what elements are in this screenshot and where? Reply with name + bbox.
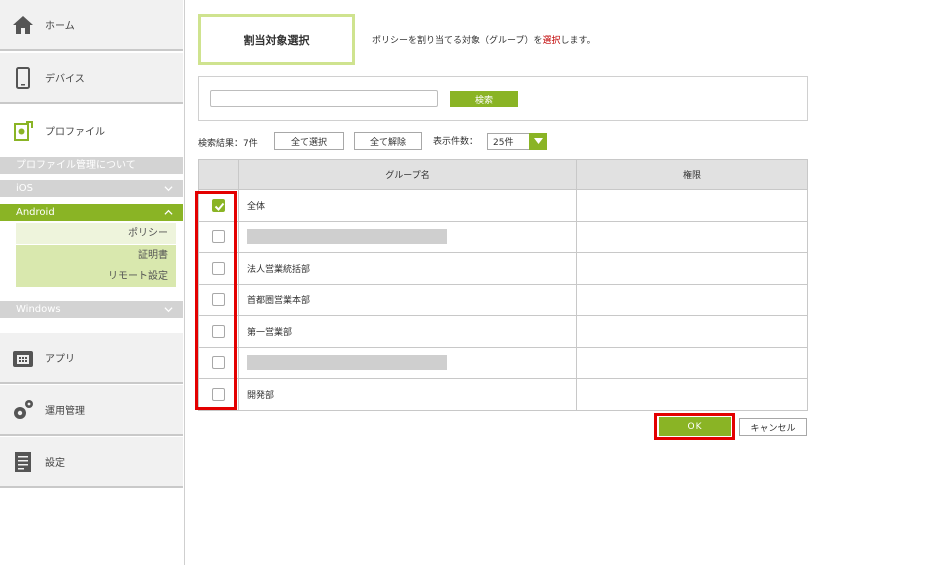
sidebar-item-ios[interactable]: iOS [0,180,183,197]
nav-device[interactable]: デバイス [0,53,183,104]
ios-label: iOS [16,183,33,194]
nav-settings[interactable]: 設定 [0,437,183,488]
sidebar-subitem-remote-settings[interactable]: リモート設定 [16,266,176,287]
row-checkbox[interactable] [212,198,225,212]
check-cell [198,220,239,253]
per-page-value: 25件 [493,138,514,148]
group-table: グループ名 権限 全体法人営業統括部 首都圏営業本部 第一営業部開発部 [198,159,808,411]
profile-icon [11,119,35,143]
per-page-select[interactable]: 25件 [487,132,547,150]
row-checkbox[interactable] [212,387,225,401]
android-label: Android [16,207,55,218]
group-name: 全体 [247,201,266,212]
check-cell [198,378,239,411]
row-checkbox[interactable] [212,261,225,275]
checkmark-icon [214,202,225,211]
column-header-check [198,159,239,190]
check-cell [198,189,239,222]
redacted-block [247,355,447,371]
permission-cell [576,252,808,285]
group-name: 首都圏営業本部 [247,296,311,307]
table-row[interactable]: 法人営業統括部 [198,252,808,285]
nav-profile[interactable]: プロファイル [0,105,183,156]
nav-settings-label: 設定 [45,458,65,469]
check-cell [198,252,239,285]
permission-cell [576,283,808,316]
settings-icon [11,450,35,474]
search-button[interactable]: 検索 [450,91,518,107]
check-cell [198,283,239,316]
profile-about-label: プロファイル管理について [16,160,136,171]
row-checkbox[interactable] [212,293,225,307]
ok-button[interactable]: OK [659,417,731,436]
group-name-cell [238,346,577,379]
nav-app-label: アプリ [45,354,75,365]
group-name: 開発部 [247,390,275,401]
gears-icon [11,398,35,422]
nav-home[interactable]: ホーム [0,0,183,51]
group-name: 法人営業統括部 [247,264,311,275]
sidebar-item-profile-about[interactable]: プロファイル管理について [0,157,183,174]
search-input[interactable] [210,90,438,107]
check-cell [198,315,239,348]
row-checkbox[interactable] [212,230,225,244]
group-name-cell: 首都圏営業本部 [238,283,577,316]
redacted-block [247,229,447,245]
page-title-text: 割当対象選択 [243,33,310,47]
desc-after: します。 [560,36,596,46]
permission-cell [576,189,808,222]
nav-device-label: デバイス [45,74,85,85]
table-row[interactable]: 首都圏営業本部 [198,283,808,316]
windows-label: Windows [16,304,61,315]
page-description: ポリシーを割り当てる対象（グループ）を選択します。 [372,33,596,46]
table-row[interactable]: 全体 [198,189,808,222]
permission-cell [576,315,808,348]
nav-ops[interactable]: 運用管理 [0,385,183,436]
sidebar: ホーム デバイス プロファイル プロファイル管理について iOS Android… [0,0,185,565]
search-panel: 検索 [198,76,808,121]
permission-cell [576,378,808,411]
table-row[interactable] [198,220,808,253]
select-all-button[interactable]: 全て選択 [274,132,344,150]
sidebar-subitem-certificate[interactable]: 証明書 [16,245,176,266]
smartphone-icon [11,66,35,90]
page-title: 割当対象選択 [198,14,355,65]
nav-ops-label: 運用管理 [45,406,85,417]
nav-app[interactable]: アプリ [0,333,183,384]
desc-before: ポリシーを割り当てる対象（グループ）を [372,36,543,46]
table-row[interactable]: 第一営業部 [198,315,808,348]
chevron-down-icon [164,186,173,192]
table-row[interactable]: 開発部 [198,378,808,411]
group-name-cell: 法人営業統括部 [238,252,577,285]
permission-cell [576,220,808,253]
result-summary: 検索結果：7件 [198,138,258,149]
group-name-cell: 開発部 [238,378,577,411]
group-name: 第一営業部 [247,327,293,338]
group-name-cell [238,220,577,253]
row-checkbox[interactable] [212,324,225,338]
sidebar-item-android[interactable]: Android [0,204,183,221]
home-icon [11,13,35,37]
check-cell [198,346,239,379]
table-row[interactable] [198,346,808,379]
cancel-button[interactable]: キャンセル [739,418,807,436]
group-name-cell: 第一営業部 [238,315,577,348]
table-header-row: グループ名 権限 [198,159,808,190]
row-checkbox[interactable] [212,356,225,370]
nav-profile-label: プロファイル [45,127,105,138]
sidebar-item-windows[interactable]: Windows [0,301,183,318]
column-header-permission: 権限 [576,159,808,190]
column-header-group-name: グループ名 [238,159,577,190]
per-page-label: 表示件数： [433,137,479,147]
permission-cell [576,346,808,379]
clear-all-button[interactable]: 全て解除 [354,132,422,150]
group-name-cell: 全体 [238,189,577,222]
chevron-up-icon [164,209,173,215]
dropdown-arrow-icon [529,132,547,150]
sidebar-subitem-policy[interactable]: ポリシー [16,223,176,244]
nav-home-label: ホーム [45,21,75,32]
chevron-down-icon [164,307,173,313]
desc-highlight: 選択 [542,36,561,46]
app-icon [11,346,35,370]
